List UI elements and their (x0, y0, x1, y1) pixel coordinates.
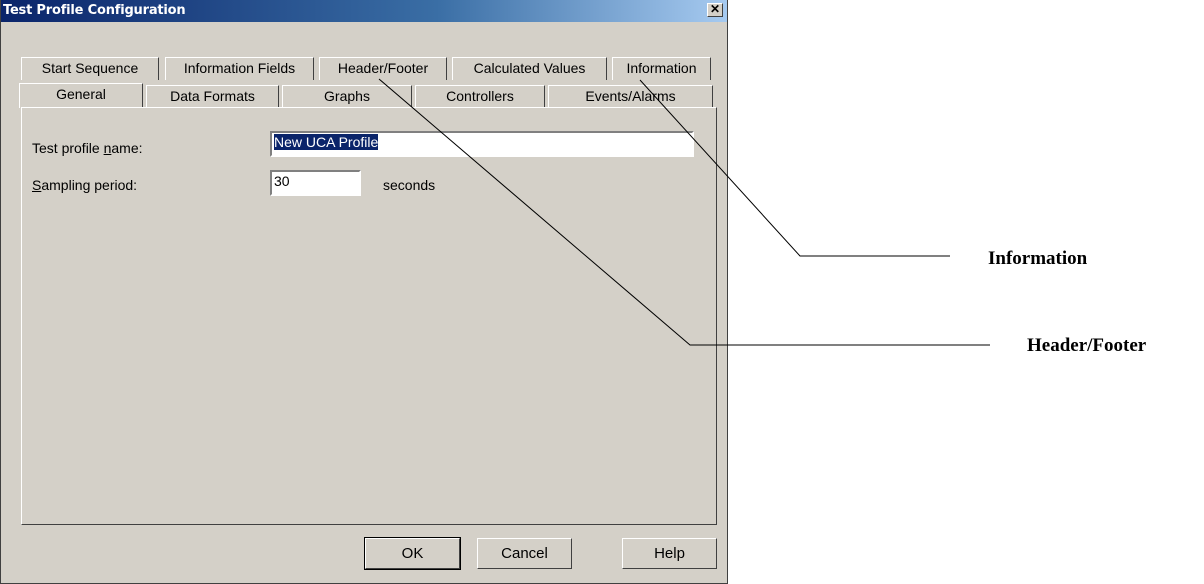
header-footer-callout-label: Header/Footer (1027, 335, 1147, 356)
callout-lines (378, 78, 990, 346)
information-callout-label: Information (988, 248, 1088, 269)
information-callout-line (639, 79, 950, 257)
header-footer-callout-line (378, 78, 990, 346)
